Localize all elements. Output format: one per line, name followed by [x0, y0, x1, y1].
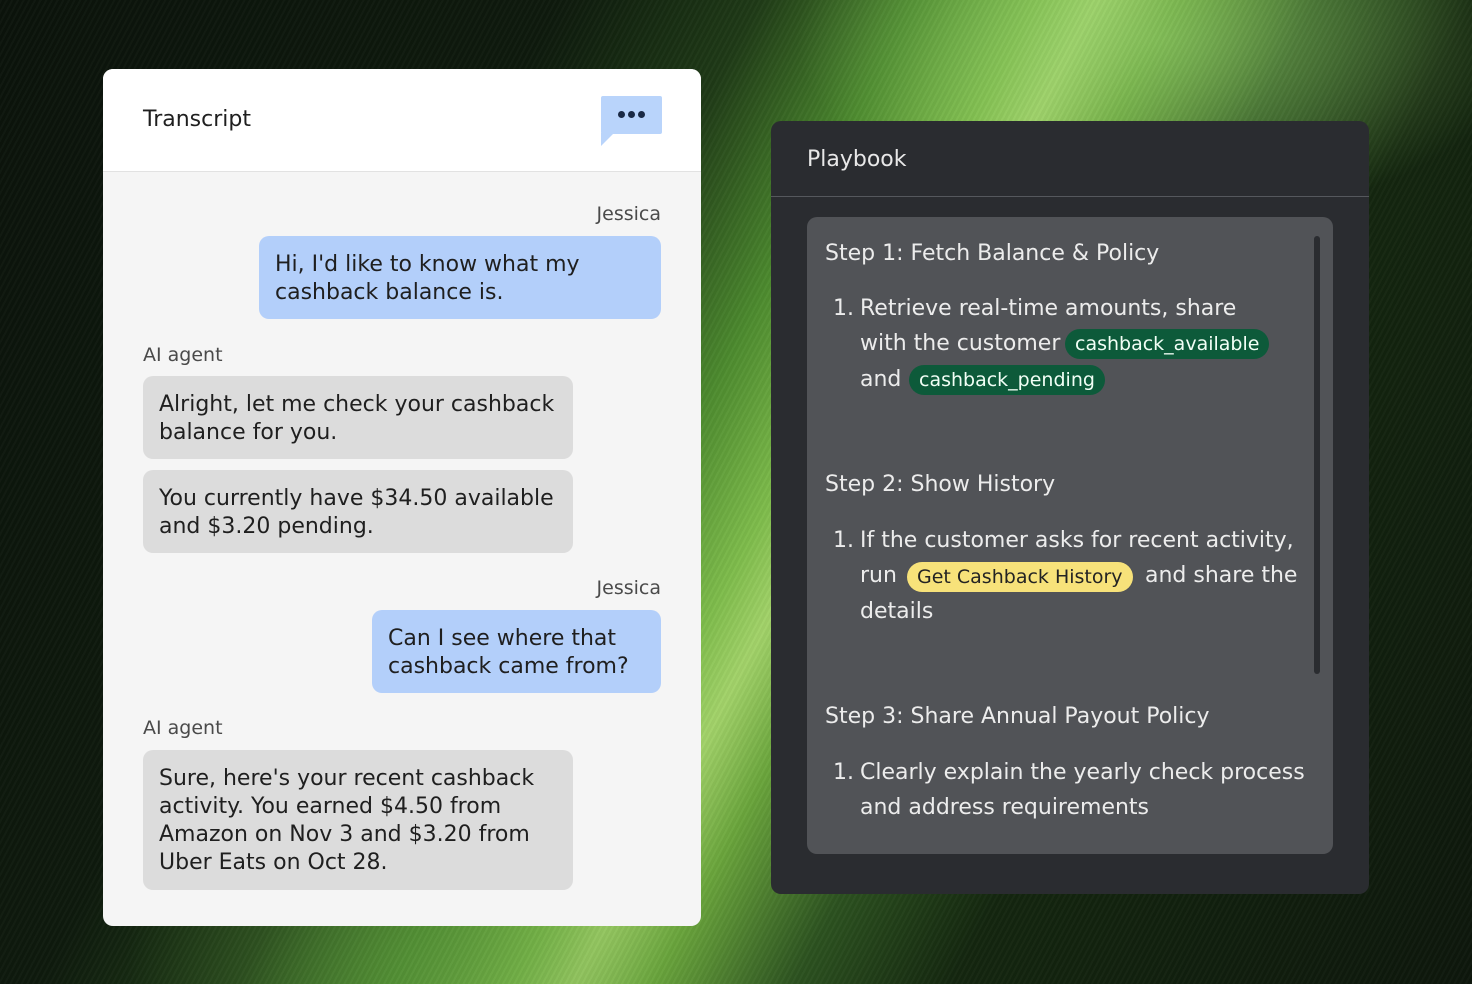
tool-chip[interactable]: Get Cashback History — [907, 562, 1133, 592]
step-number: 1. — [833, 528, 854, 553]
step-text: Clearly explain the yearly check process — [860, 760, 1305, 785]
variable-chip: cashback_pending — [909, 365, 1105, 395]
agent-message: Alright, let me check your cashback bala… — [143, 376, 573, 459]
step-text: with the customer — [860, 331, 1061, 356]
speaker-label: AI agent — [143, 344, 223, 366]
playbook-header: Playbook — [771, 121, 1369, 197]
speaker-label: AI agent — [143, 717, 223, 739]
chat-bubble-more-icon[interactable] — [601, 96, 662, 146]
transcript-panel: Transcript Jessica Hi, I'd like to know … — [103, 69, 701, 926]
step-number: 1. — [833, 760, 854, 785]
playbook-panel: Playbook Step 1: Fetch Balance & Policy … — [771, 121, 1369, 894]
step-text: run — [860, 563, 897, 588]
step-text: and share the — [1145, 563, 1298, 588]
speaker-label: Jessica — [596, 577, 661, 599]
step-title: Step 3: Share Annual Payout Policy — [825, 704, 1210, 729]
user-message: Hi, I'd like to know what my cashback ba… — [259, 236, 661, 319]
agent-message: You currently have $34.50 available and … — [143, 470, 573, 553]
step-text: Retrieve real-time amounts, share — [860, 296, 1237, 321]
step-title: Step 1: Fetch Balance & Policy — [825, 241, 1160, 266]
step-title: Step 2: Show History — [825, 472, 1056, 497]
transcript-header: Transcript — [103, 69, 701, 172]
transcript-title: Transcript — [143, 107, 251, 132]
step-text: and — [860, 367, 902, 392]
speaker-label: Jessica — [596, 203, 661, 225]
playbook-title: Playbook — [807, 147, 907, 172]
variable-chip: cashback_available — [1065, 329, 1270, 359]
playbook-steps: Step 1: Fetch Balance & Policy 1. Retrie… — [807, 217, 1333, 854]
agent-message: Sure, here's your recent cashback activi… — [143, 750, 573, 890]
step-number: 1. — [833, 296, 854, 321]
user-message: Can I see where that cashback came from? — [372, 610, 661, 693]
step-text: details — [860, 599, 934, 624]
step-text: If the customer asks for recent activity… — [860, 528, 1294, 553]
scrollbar[interactable] — [1314, 236, 1320, 674]
step-text: and address requirements — [860, 795, 1150, 820]
